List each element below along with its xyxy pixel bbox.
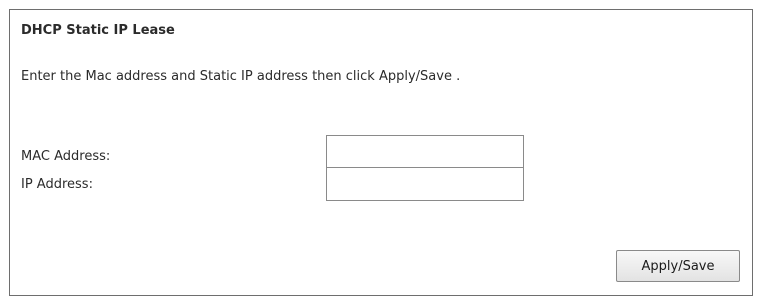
mac-address-input[interactable] (326, 135, 524, 169)
instruction-text: Enter the Mac address and Static IP addr… (21, 69, 461, 84)
mac-address-label: MAC Address: (21, 149, 111, 164)
ip-address-label: IP Address: (21, 177, 93, 192)
apply-save-button[interactable]: Apply/Save (616, 250, 740, 282)
page-title: DHCP Static IP Lease (21, 23, 175, 38)
ip-address-input[interactable] (326, 167, 524, 201)
